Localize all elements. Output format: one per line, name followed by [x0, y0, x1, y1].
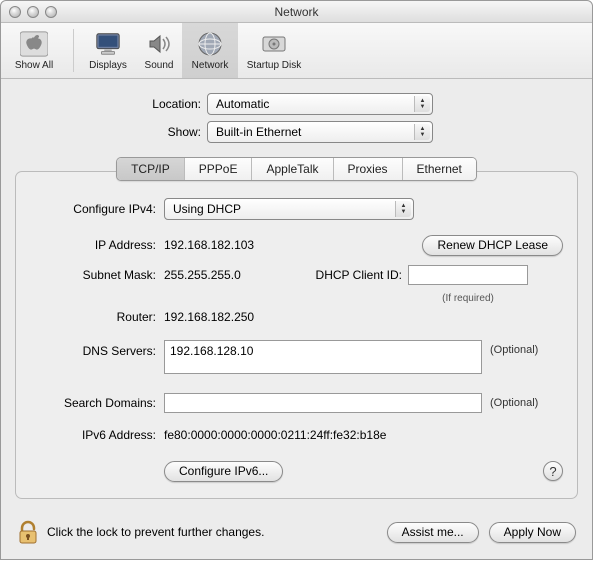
- speaker-icon: [145, 30, 173, 58]
- minimize-icon[interactable]: [27, 6, 39, 18]
- toolbar-item-label: Startup Disk: [247, 60, 301, 71]
- titlebar: Network: [1, 1, 592, 23]
- apply-now-button[interactable]: Apply Now: [489, 522, 576, 543]
- toolbar-item-label: Show All: [15, 60, 53, 71]
- toolbar-startup-disk[interactable]: Startup Disk: [238, 23, 310, 78]
- tab-proxies[interactable]: Proxies: [334, 158, 403, 180]
- subnet-mask-value: 255.255.255.0: [164, 268, 290, 282]
- dns-optional-label: (Optional): [482, 340, 538, 356]
- lock-icon[interactable]: [17, 519, 39, 545]
- location-popup[interactable]: Automatic ▲▼: [207, 93, 433, 115]
- window-controls: [1, 6, 57, 18]
- dns-servers-input[interactable]: [164, 340, 482, 374]
- help-button[interactable]: ?: [543, 461, 563, 481]
- dhcp-client-id-hint: (If required): [408, 293, 528, 304]
- ip-address-value: 192.168.182.103: [164, 238, 422, 252]
- network-prefpane-window: Network Show All Displays: [0, 0, 593, 560]
- disk-icon: [260, 30, 288, 58]
- toolbar-item-label: Network: [192, 60, 229, 71]
- ip-address-label: IP Address:: [30, 238, 164, 252]
- updown-arrows-icon: ▲▼: [414, 124, 430, 140]
- configure-ipv4-popup[interactable]: Using DHCP ▲▼: [164, 198, 414, 220]
- tab-appletalk[interactable]: AppleTalk: [252, 158, 333, 180]
- window-title: Network: [1, 5, 592, 19]
- ipv6-address-label: IPv6 Address:: [30, 428, 164, 442]
- question-icon: ?: [549, 464, 556, 479]
- updown-arrows-icon: ▲▼: [395, 201, 411, 217]
- search-domains-label: Search Domains:: [30, 396, 164, 410]
- dhcp-client-id-label: DHCP Client ID:: [290, 268, 408, 282]
- router-label: Router:: [30, 310, 164, 324]
- toolbar-show-all[interactable]: Show All: [1, 23, 67, 78]
- tab-pppoe[interactable]: PPPoE: [185, 158, 253, 180]
- updown-arrows-icon: ▲▼: [414, 96, 430, 112]
- renew-dhcp-lease-button[interactable]: Renew DHCP Lease: [422, 235, 563, 256]
- footer: Click the lock to prevent further change…: [1, 507, 592, 559]
- dhcp-client-id-input[interactable]: [408, 265, 528, 285]
- subnet-mask-label: Subnet Mask:: [30, 268, 164, 282]
- tcpip-panel: Configure IPv4: Using DHCP ▲▼ IP Address…: [15, 171, 578, 499]
- tab-tcpip[interactable]: TCP/IP: [117, 158, 185, 180]
- lock-text: Click the lock to prevent further change…: [47, 525, 264, 539]
- location-value: Automatic: [216, 97, 269, 111]
- toolbar-separator: [73, 29, 74, 72]
- apple-grid-icon: [20, 30, 48, 58]
- configure-ipv4-value: Using DHCP: [173, 202, 241, 216]
- toolbar-network[interactable]: Network: [182, 23, 238, 78]
- router-value: 192.168.182.250: [164, 310, 254, 324]
- toolbar-sound[interactable]: Sound: [136, 23, 182, 78]
- content-area: Location: Automatic ▲▼ Show: Built-in Et…: [1, 79, 592, 507]
- tab-ethernet[interactable]: Ethernet: [403, 158, 476, 180]
- dns-servers-label: DNS Servers:: [30, 340, 164, 358]
- location-label: Location:: [15, 97, 207, 111]
- toolbar-displays[interactable]: Displays: [80, 23, 136, 78]
- show-value: Built-in Ethernet: [216, 125, 301, 139]
- display-icon: [94, 30, 122, 58]
- show-popup[interactable]: Built-in Ethernet ▲▼: [207, 121, 433, 143]
- toolbar: Show All Displays Soun: [1, 23, 592, 79]
- toolbar-item-label: Sound: [145, 60, 174, 71]
- show-label: Show:: [15, 125, 207, 139]
- search-optional-label: (Optional): [482, 397, 538, 409]
- configure-ipv4-label: Configure IPv4:: [30, 202, 164, 216]
- configure-ipv6-button[interactable]: Configure IPv6...: [164, 461, 283, 482]
- search-domains-input[interactable]: [164, 393, 482, 413]
- globe-icon: [196, 30, 224, 58]
- assist-me-button[interactable]: Assist me...: [387, 522, 479, 543]
- toolbar-item-label: Displays: [89, 60, 127, 71]
- ipv6-address-value: fe80:0000:0000:0000:0211:24ff:fe32:b18e: [164, 428, 386, 442]
- zoom-icon[interactable]: [45, 6, 57, 18]
- close-icon[interactable]: [9, 6, 21, 18]
- tabbar: TCP/IP PPPoE AppleTalk Proxies Ethernet: [15, 157, 578, 181]
